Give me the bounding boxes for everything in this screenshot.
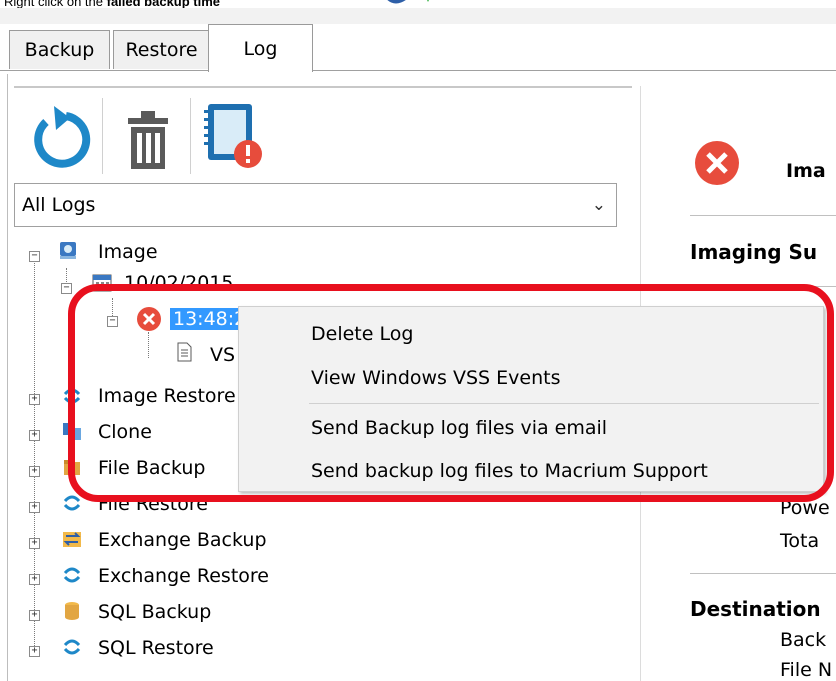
toolbar-separator <box>190 98 191 174</box>
tree-item-sql-backup[interactable]: SQL Backup <box>98 599 211 625</box>
expand-toggle[interactable]: + <box>29 610 40 621</box>
panel-top-divider <box>14 86 632 88</box>
top-strip <box>0 8 836 24</box>
destination-divider <box>690 573 836 574</box>
chevron-down-icon: ⌄ <box>591 195 606 215</box>
exchange-backup-icon <box>63 532 81 547</box>
destination-line-backup: Back <box>780 629 827 651</box>
trash-icon[interactable] <box>110 96 190 176</box>
destination-title: Destination <box>690 597 821 621</box>
destination-line-file: File N <box>780 659 833 681</box>
log-filter-select[interactable]: All Logs ⌄ <box>14 183 617 227</box>
expand-toggle[interactable]: + <box>29 646 40 657</box>
collapse-toggle[interactable]: − <box>29 251 40 262</box>
log-error-icon[interactable] <box>198 96 278 176</box>
summary-title: Imaging Su <box>690 240 818 264</box>
expand-toggle[interactable]: + <box>29 574 40 585</box>
refresh-icon[interactable] <box>20 96 100 176</box>
tab-restore[interactable]: Restore <box>113 30 210 69</box>
detail-divider <box>690 215 836 216</box>
error-status-icon <box>695 141 739 185</box>
expand-toggle[interactable]: + <box>29 430 40 441</box>
image-disk-icon <box>60 242 76 259</box>
expand-toggle[interactable]: + <box>29 394 40 405</box>
tree-item-exchange-backup[interactable]: Exchange Backup <box>98 527 267 553</box>
sql-restore-icon <box>63 639 81 655</box>
tree-item-sql-restore[interactable]: SQL Restore <box>98 635 214 661</box>
sql-backup-icon <box>65 602 79 620</box>
app-top-icon <box>387 0 429 4</box>
collapse-toggle[interactable]: − <box>61 283 72 294</box>
toolbar-separator <box>102 98 103 174</box>
detail-header: Ima <box>786 160 826 182</box>
annotation-highlight <box>68 284 834 502</box>
tab-log[interactable]: Log <box>208 24 313 72</box>
log-filter-value: All Logs <box>22 194 96 216</box>
expand-toggle[interactable]: + <box>29 502 40 513</box>
exchange-restore-icon <box>63 567 81 583</box>
expand-toggle[interactable]: + <box>29 538 40 549</box>
tree-item-image[interactable]: Image <box>98 239 158 265</box>
tab-backup[interactable]: Backup <box>9 30 110 69</box>
tree-guide <box>34 260 35 652</box>
tab-divider <box>0 70 836 71</box>
expand-toggle[interactable]: + <box>29 466 40 477</box>
tree-item-exchange-restore[interactable]: Exchange Restore <box>98 563 269 589</box>
detail-line-total: Tota <box>780 530 820 552</box>
